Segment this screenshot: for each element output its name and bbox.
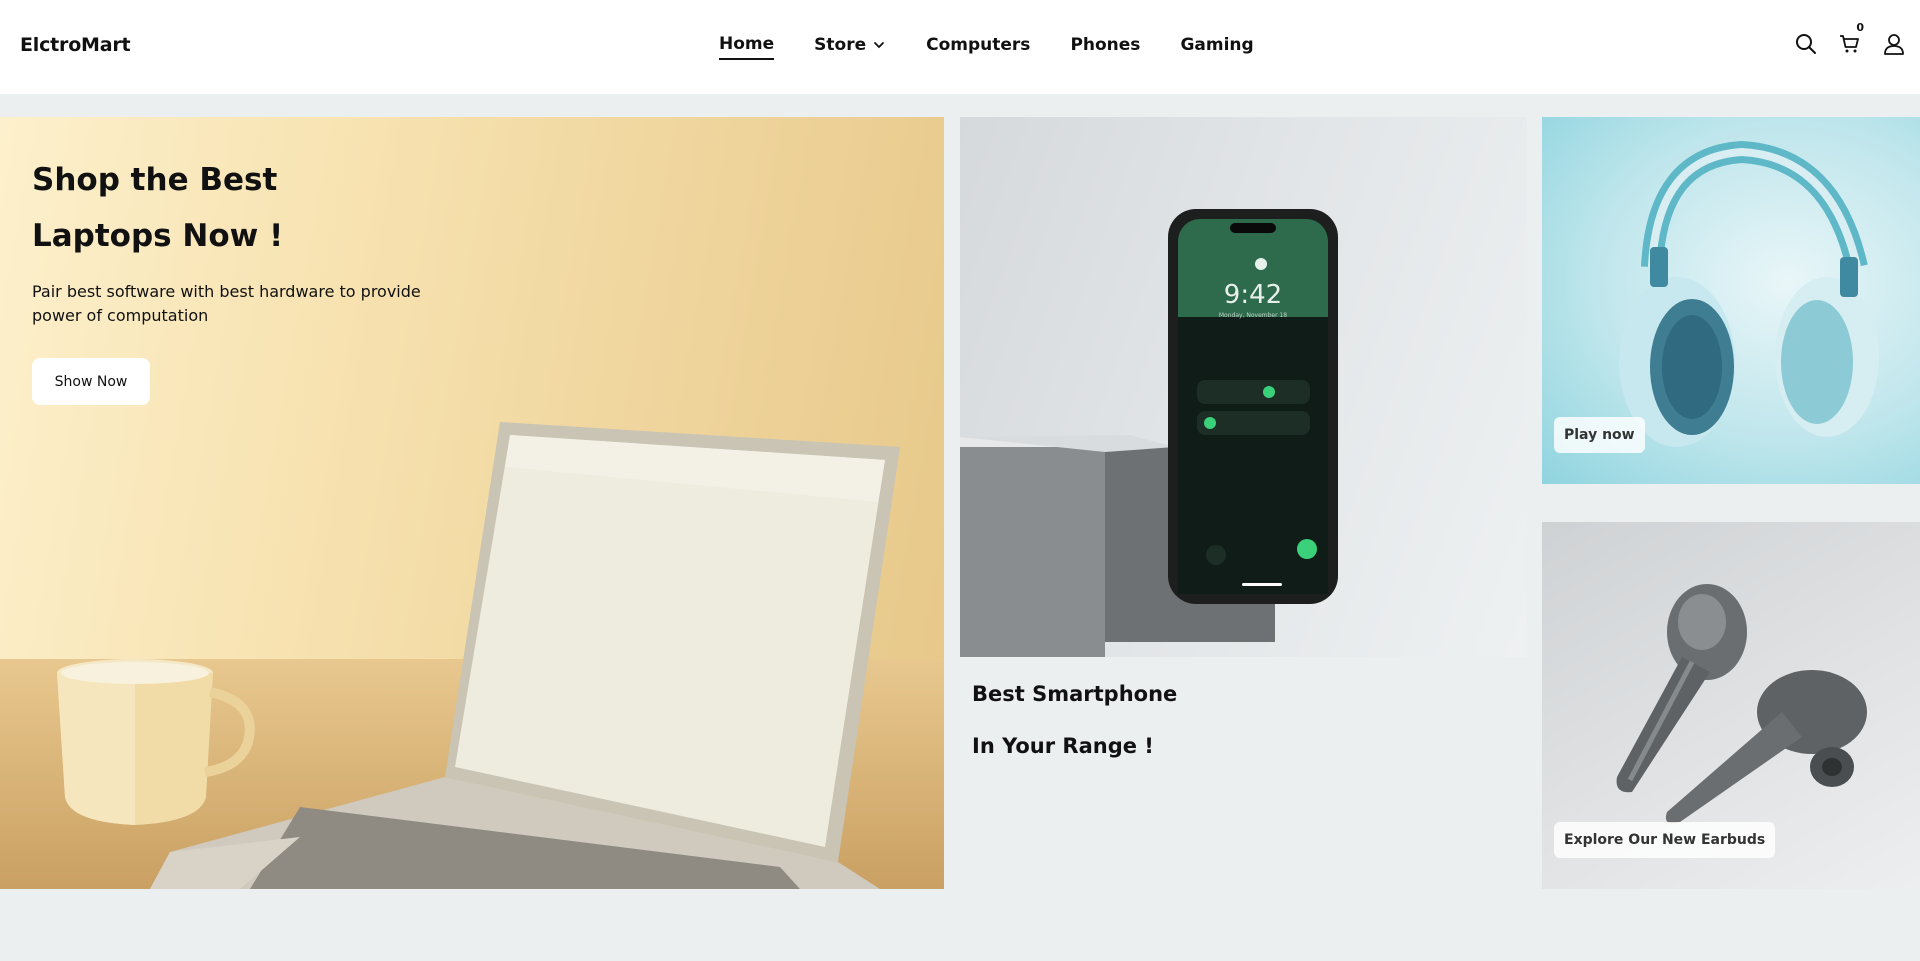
play-now-link[interactable]: Play now — [1554, 417, 1645, 453]
hero-laptop-banner: Shop the Best Laptops Now ! Pair best so… — [0, 117, 944, 889]
nav-store[interactable]: Store — [814, 34, 886, 60]
cart-count-badge: 0 — [1855, 21, 1865, 34]
nav-store-label: Store — [814, 35, 867, 55]
main-nav: Home Store Computers Phones Gaming — [719, 34, 1294, 60]
nav-phones[interactable]: Phones — [1070, 34, 1140, 60]
nav-phones-label: Phones — [1070, 35, 1141, 55]
nav-computers-label: Computers — [926, 35, 1031, 55]
smartphone-caption-line2: In Your Range ! — [972, 734, 1154, 758]
smartphone-caption: Best Smartphone In Your Range ! — [972, 668, 1177, 772]
nav-home-label: Home — [719, 34, 775, 54]
headphones-banner[interactable]: Play now — [1542, 117, 1920, 484]
hero-title-line2: Laptops Now ! — [32, 218, 284, 254]
smartphone-banner[interactable]: 9:42 Monday, November 18 — [960, 117, 1527, 657]
hero-title-line1: Shop the Best — [32, 162, 278, 198]
phone-clock: 9:42 — [1224, 280, 1282, 310]
chevron-down-icon — [874, 42, 885, 49]
explore-earbuds-link[interactable]: Explore Our New Earbuds — [1554, 822, 1776, 858]
earbuds-banner[interactable]: Explore Our New Earbuds — [1542, 522, 1920, 889]
search-icon — [1796, 34, 1816, 54]
search-button[interactable] — [1794, 32, 1818, 56]
account-button[interactable] — [1882, 32, 1906, 56]
show-now-button[interactable]: Show Now — [32, 358, 150, 405]
header-icons: 0 — [1794, 22, 1906, 56]
smartphone-illustration: 9:42 Monday, November 18 — [960, 209, 1338, 657]
smartphone-caption-line1: Best Smartphone — [972, 682, 1178, 706]
nav-computers[interactable]: Computers — [926, 34, 1030, 60]
cart-button[interactable]: 0 — [1838, 22, 1865, 56]
nav-gaming-label: Gaming — [1180, 35, 1254, 55]
cart-icon — [1840, 35, 1859, 53]
hero-title: Shop the Best Laptops Now ! — [32, 152, 452, 264]
site-header: ElctroMart Home Store Computers Phones G… — [0, 0, 1920, 94]
nav-gaming[interactable]: Gaming — [1180, 34, 1253, 60]
user-icon — [1884, 34, 1904, 55]
phone-date: Monday, November 18 — [1219, 312, 1287, 319]
brand-logo[interactable]: ElctroMart — [20, 34, 131, 56]
hero-description: Pair best software with best hardware to… — [32, 282, 421, 325]
nav-home[interactable]: Home — [719, 34, 775, 60]
